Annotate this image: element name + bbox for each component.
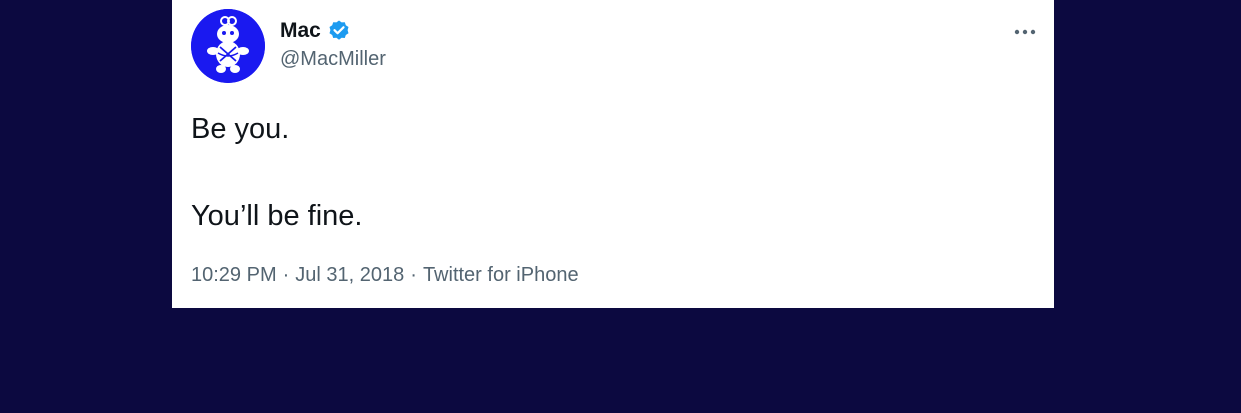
author-name-row: Mac <box>280 17 351 45</box>
tweet-card: Mac @MacMiller Be you. You’ll be fine. 1… <box>172 0 1054 308</box>
tweet-text-line: You’ll be fine. <box>191 200 363 232</box>
avatar[interactable] <box>191 9 265 83</box>
avatar-illustration-icon <box>191 9 265 83</box>
display-name[interactable]: Mac <box>280 19 321 43</box>
more-horizontal-icon <box>1014 29 1036 35</box>
tweet-time[interactable]: 10:29 PM <box>191 264 277 286</box>
tweet-date[interactable]: Jul 31, 2018 <box>295 264 404 286</box>
tweet-text-line: Be you. <box>191 113 290 145</box>
tweet-meta: 10:29 PM · Jul 31, 2018 · Twitter for iPhone <box>191 264 579 287</box>
more-options-button[interactable] <box>1012 20 1038 44</box>
verified-badge-icon <box>327 19 351 43</box>
tweet-source-link[interactable]: Twitter for iPhone <box>423 264 579 286</box>
author-handle[interactable]: @MacMiller <box>280 48 386 71</box>
meta-separator: · <box>282 264 290 286</box>
meta-separator: · <box>410 264 417 286</box>
